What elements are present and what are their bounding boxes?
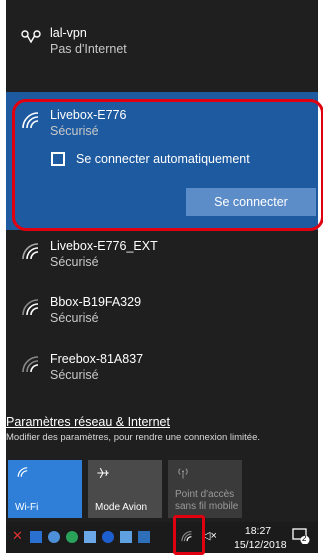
network-status: Pas d'Internet xyxy=(50,42,127,56)
hotspot-icon xyxy=(178,468,188,479)
wifi-icon xyxy=(22,356,39,373)
notification-count: 2 xyxy=(302,534,307,543)
wifi-icon xyxy=(22,299,39,316)
clock[interactable]: 18:27 15/12/2018 xyxy=(234,524,287,552)
airplane-mode-toggle[interactable]: Mode Avion xyxy=(88,460,162,518)
vpn-icon xyxy=(21,30,41,44)
network-item-bbox[interactable]: Bbox-B19FA329 Sécurisé xyxy=(6,295,318,335)
mobile-hotspot-toggle: Point d'accès sans fil mobile xyxy=(168,460,242,518)
network-panel: lal-vpn Pas d'Internet Livebox-E776 Sécu… xyxy=(0,0,323,555)
clock-time: 18:27 xyxy=(244,525,272,537)
network-item-vpn[interactable]: lal-vpn Pas d'Internet xyxy=(6,26,318,66)
sync-icon[interactable] xyxy=(66,531,78,543)
window-icon[interactable] xyxy=(138,531,150,543)
mobile-hotspot-label: Point d'accès sans fil mobile xyxy=(175,489,239,512)
message-icon xyxy=(292,528,310,545)
network-name: Freebox-81A837 xyxy=(50,352,144,366)
highlight-box xyxy=(12,99,323,231)
network-settings-link[interactable]: Paramètres réseau & Internet xyxy=(6,415,170,429)
wifi-toggle[interactable]: Wi-Fi xyxy=(8,460,82,518)
wifi-icon xyxy=(22,243,39,260)
airplane-icon xyxy=(97,467,109,479)
wifi-icon xyxy=(17,467,28,477)
notifications-icon[interactable]: 2 xyxy=(292,528,310,545)
network-item-freebox[interactable]: Freebox-81A837 Sécurisé xyxy=(6,352,318,392)
wifi-toggle-label: Wi-Fi xyxy=(15,502,39,513)
network-item-livebox-e776-ext[interactable]: Livebox-E776_EXT Sécurisé xyxy=(6,239,318,279)
app-icon[interactable] xyxy=(48,531,60,543)
network-status: Sécurisé xyxy=(50,368,99,382)
network-settings-description: Modifier des paramètres, pour rendre une… xyxy=(6,432,260,443)
network-status: Sécurisé xyxy=(50,311,99,325)
bluetooth-icon[interactable] xyxy=(102,531,114,543)
network-name: lal-vpn xyxy=(50,26,87,40)
network-app-icon[interactable] xyxy=(120,531,132,543)
network-name: Bbox-B19FA329 xyxy=(50,295,142,309)
tray-highlight-box xyxy=(173,515,205,555)
network-flyout: lal-vpn Pas d'Internet Livebox-E776 Sécu… xyxy=(6,0,318,522)
word-icon[interactable] xyxy=(30,531,42,543)
clock-date: 15/12/2018 xyxy=(234,539,287,551)
tool-icon[interactable]: ✕ xyxy=(12,528,24,543)
network-name: Livebox-E776_EXT xyxy=(50,239,158,253)
airplane-mode-label: Mode Avion xyxy=(95,502,148,513)
network-status: Sécurisé xyxy=(50,255,99,269)
taskbar: ✕ ◁× 18:27 15/12/2018 2 xyxy=(6,522,318,553)
display-icon[interactable] xyxy=(84,531,96,543)
